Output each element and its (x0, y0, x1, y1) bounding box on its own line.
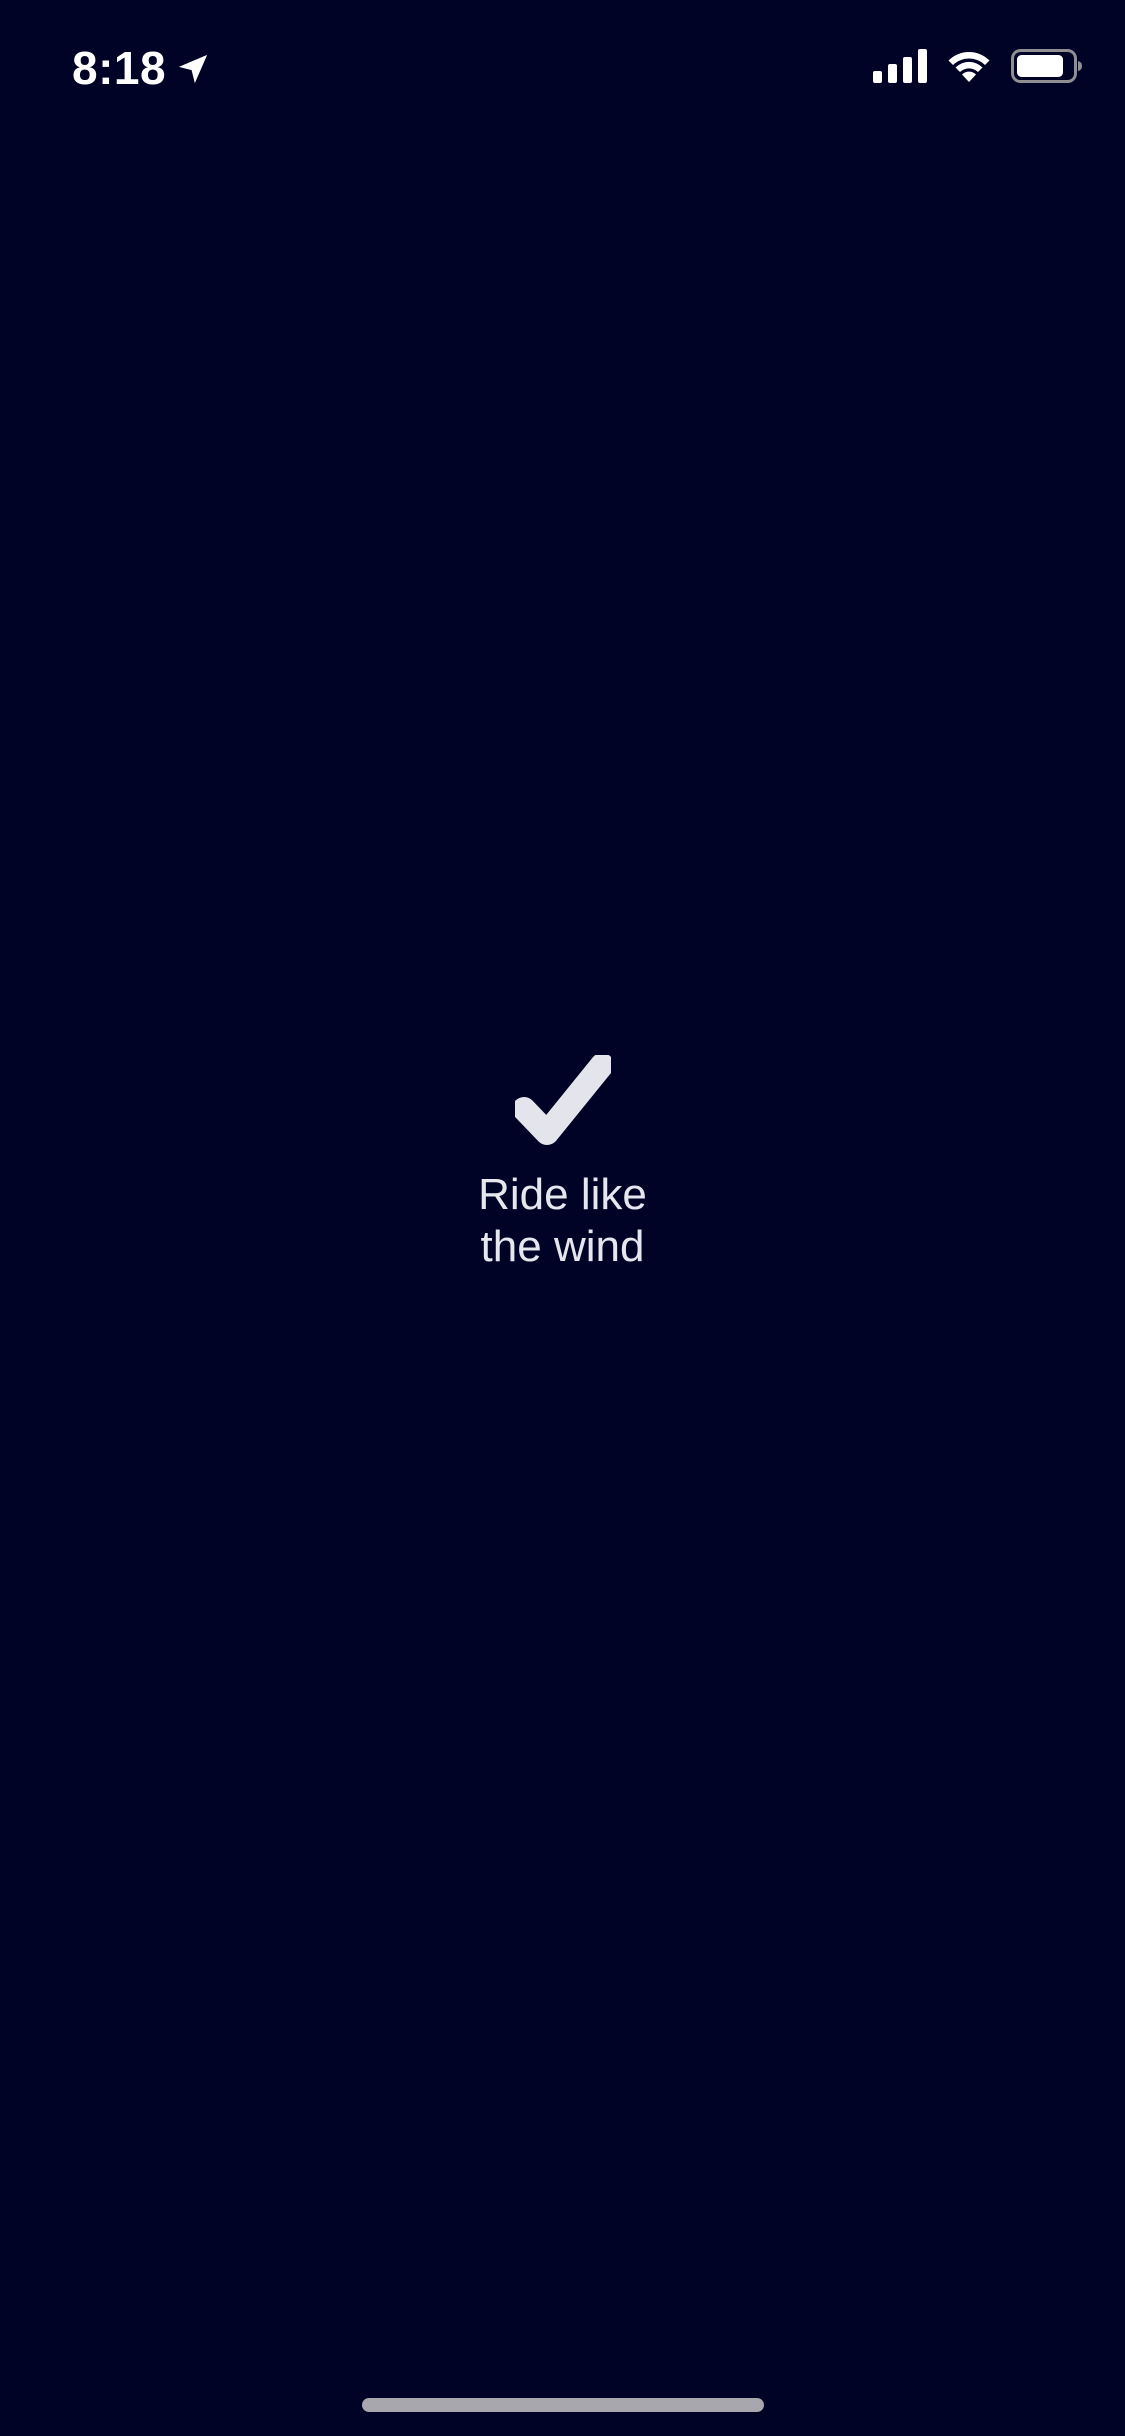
confirmation-message: Ride like the wind (363, 1169, 763, 1273)
status-time-label: 8:18 (72, 42, 167, 94)
status-icons (873, 48, 1083, 84)
confirmation-message-line-2: the wind (480, 1222, 645, 1271)
checkmark-icon (514, 1055, 611, 1145)
confirmation-content: Ride like the wind (0, 1055, 1125, 1273)
status-bar: 8:18 (0, 0, 1125, 135)
home-indicator[interactable] (362, 2398, 764, 2412)
wifi-icon (948, 52, 990, 82)
battery-icon (1011, 49, 1082, 83)
location-arrow-icon (178, 54, 208, 84)
cellular-signal-icon (873, 49, 927, 83)
status-time: 8:18 (72, 40, 210, 96)
confirmation-message-line-1: Ride like (478, 1170, 647, 1219)
